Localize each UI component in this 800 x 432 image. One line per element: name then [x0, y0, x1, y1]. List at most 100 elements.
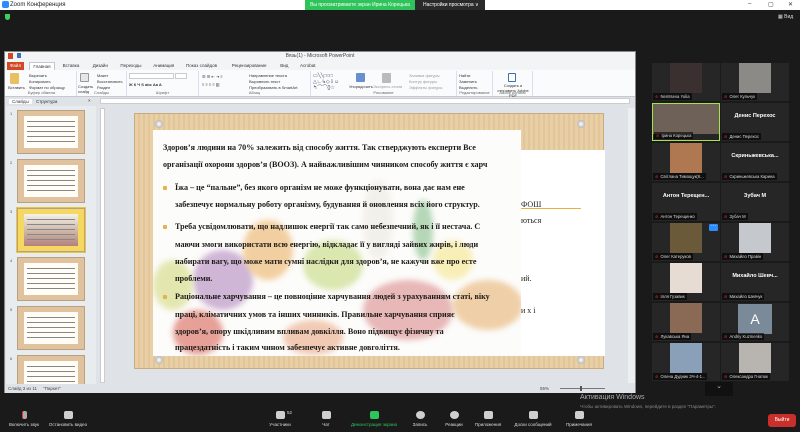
shapes-gallery[interactable]: ▭╲╲□○□ △∟↳◇⇩☺ ↰⌒⌒{}☆: [313, 73, 339, 91]
participant-tile[interactable]: ⊘ Світлана Тимощук(К...: [652, 143, 720, 181]
layout-button[interactable]: Макет: [97, 73, 108, 78]
collapse-gallery-button[interactable]: ⌄: [705, 382, 733, 396]
leave-button[interactable]: Выйти: [768, 414, 796, 427]
participant-name: Andriy Kuzmenko: [729, 334, 763, 339]
notes-button[interactable]: Примечания: [555, 411, 603, 427]
participant-tile[interactable]: ⊘ Олександра Гнатюк: [721, 343, 789, 381]
slide-canvas: Здоров’я людини на 70% залежить від спос…: [134, 113, 605, 369]
participant-tile[interactable]: ⊘ Олена Дудник ЗЧ-4-1...: [652, 343, 720, 381]
apps-label: Приложения: [474, 422, 502, 427]
tab-0[interactable]: Файл: [7, 62, 25, 70]
security-shield-icon[interactable]: [5, 14, 10, 20]
muted-mic-icon: ⊘: [724, 374, 728, 379]
tab-4[interactable]: Переходы: [117, 62, 144, 70]
slide-text-line: Раціональне харчування – це повноцінне х…: [175, 292, 490, 301]
unmute-label: Включить звук: [8, 422, 39, 427]
share-screen-label: Демонстрация экрана: [351, 422, 397, 427]
unmute-button[interactable]: Включить звук: [0, 411, 48, 427]
participant-tile[interactable]: ⊘ Ілля Гузавик: [652, 263, 720, 301]
slide-thumbnail-1[interactable]: 1: [10, 110, 85, 154]
save-icon[interactable]: [17, 53, 21, 58]
maximize-button[interactable]: ▢: [768, 1, 774, 8]
zoom-slider[interactable]: [560, 388, 605, 389]
tab-outline[interactable]: Структура: [36, 99, 57, 104]
participant-tile[interactable]: Скриньжевська... ⊘ Скриньжевська Карина: [721, 143, 789, 181]
slide-thumbnail-4[interactable]: 4: [10, 257, 85, 301]
vertical-scrollbar[interactable]: [628, 108, 635, 383]
slide-text-line: маючи змоги використати всю енергію, від…: [175, 240, 479, 249]
align-text-button[interactable]: Выровнять текст: [249, 79, 280, 84]
pdf-icon: [508, 73, 516, 82]
shape-fill-button[interactable]: Заливка фигуры: [409, 73, 440, 78]
zoom-slider-thumb[interactable]: [580, 386, 582, 391]
replace-button[interactable]: Заменить: [459, 79, 477, 84]
whiteboards-button[interactable]: Доски сообщений: [505, 411, 561, 427]
slide-thumbnail-3[interactable]: 3: [10, 207, 86, 253]
participant-tile[interactable]: ⊘ Ірина Корецька: [652, 103, 720, 141]
paste-icon: [10, 73, 19, 84]
tab-9[interactable]: Acrobat: [297, 62, 319, 70]
participant-name: Олег Кульчук: [729, 94, 756, 99]
participant-tile[interactable]: Денис Перехос ⊘ Денис Перехос: [721, 103, 789, 141]
powerpoint-logo-icon: [8, 53, 13, 59]
tab-8[interactable]: Вид: [277, 62, 291, 70]
slide-thumbnail-2[interactable]: 2: [10, 159, 85, 203]
tab-slides[interactable]: Слайды: [9, 99, 32, 104]
screen-share-banner: Вы просматриваете экран Ирина Корецька: [305, 0, 415, 10]
minimize-button[interactable]: –: [748, 1, 751, 7]
participant-tile[interactable]: ⊘ Олег Кульчук: [721, 63, 789, 101]
font-format-buttons[interactable]: Ж К Ч S abc Aa A: [129, 82, 162, 87]
participant-tile[interactable]: ⊘ Nemtseva Yulia: [652, 63, 720, 101]
shape-outline-button[interactable]: Контур фигуры: [409, 79, 437, 84]
slide-text-box[interactable]: Здоров’я людини на 70% залежить від спос…: [153, 130, 521, 356]
share-screen-button[interactable]: Демонстрация экрана: [348, 411, 400, 427]
participant-tile[interactable]: ⊘ Михайло Правін: [721, 223, 789, 261]
close-pane-icon[interactable]: ×: [88, 98, 91, 103]
quick-styles-button[interactable]: Экспресс-стили: [373, 84, 402, 89]
muted-mic-icon: ⊘: [724, 214, 728, 219]
stop-video-button[interactable]: Остановить видео: [44, 411, 92, 427]
arrange-button[interactable]: Упорядочить: [349, 84, 373, 89]
view-options-button[interactable]: Настройки просмотра ∨: [415, 0, 485, 10]
slide-thumbnail-6[interactable]: 6: [10, 355, 85, 385]
whiteboards-label: Доски сообщений: [514, 422, 552, 427]
participant-tile[interactable]: A ⊘ Andriy Kuzmenko: [721, 303, 789, 341]
muted-mic-icon: ⊘: [655, 174, 659, 179]
participant-tile[interactable]: Зубач М ⊘ Зубач М: [721, 183, 789, 221]
list-buttons[interactable]: ☰ ☰ ⇤ ⇥ ≡: [202, 74, 223, 79]
windows-activation-text: Чтобы активировать Windows, перейдите в …: [580, 404, 716, 409]
reset-button[interactable]: Восстановить: [97, 79, 123, 84]
participant-tile[interactable]: Михайло Шевч... ⊘ Михайло Шевчук: [721, 263, 789, 301]
powerpoint-title: Вязь(1) - Microsoft PowerPoint: [5, 52, 635, 61]
view-button[interactable]: ▦ Вид: [778, 14, 793, 20]
text-direction-button[interactable]: Направление текста: [249, 73, 287, 78]
font-size-select[interactable]: [175, 73, 187, 79]
align-buttons[interactable]: ≡ ≡ ≡ ≡ ▥: [202, 82, 220, 87]
font-name-select[interactable]: [129, 73, 174, 79]
slide-text-fragment: и х і: [521, 306, 536, 315]
participant-name: Михайло Шевчук: [729, 294, 763, 299]
muted-mic-icon: ⊘: [724, 294, 728, 299]
thumbnail-content: [24, 165, 78, 197]
copy-button[interactable]: Копировать: [29, 79, 51, 84]
muted-mic-icon: ⊘: [724, 334, 728, 339]
slide-thumbnail-5[interactable]: 5: [10, 306, 85, 350]
tab-2[interactable]: Вставка: [60, 62, 83, 70]
participant-tile[interactable]: ⊘ Лукавська Яна: [652, 303, 720, 341]
muted-mic-icon: ⊘: [724, 94, 728, 99]
window-title: Zoom Конференция: [10, 2, 66, 8]
tab-6[interactable]: Показ слайдов: [183, 62, 220, 70]
participant-tile[interactable]: Антон Терещен... ⊘ Антон Терещенко: [652, 183, 720, 221]
tab-7[interactable]: Рецензирование: [229, 62, 270, 70]
chat-button[interactable]: Чат: [302, 411, 350, 427]
tab-5[interactable]: Анимация: [150, 62, 177, 70]
tab-3[interactable]: Дизайн: [90, 62, 111, 70]
participants-button[interactable]: Участники: [256, 411, 304, 427]
find-button[interactable]: Найти: [459, 73, 470, 78]
tab-1[interactable]: Главная: [29, 62, 55, 70]
close-button[interactable]: ✕: [788, 1, 793, 8]
view-label: Вид: [784, 14, 794, 20]
participant-video: [670, 343, 702, 373]
cut-button[interactable]: Вырезать: [29, 73, 47, 78]
more-options-icon[interactable]: ···: [709, 224, 718, 231]
